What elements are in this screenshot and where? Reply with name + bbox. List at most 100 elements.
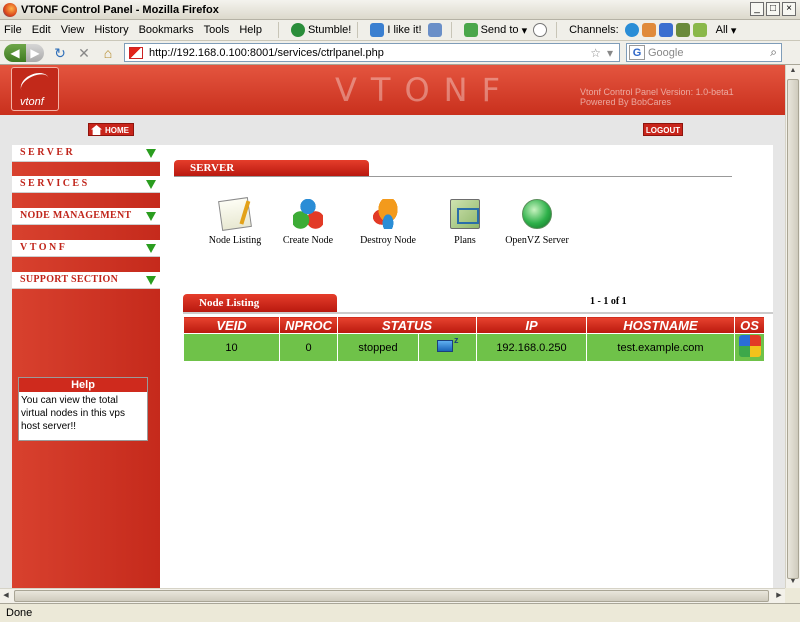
main-panel: SERVER Node Listing Create Node Destroy … [160, 145, 773, 588]
search-icon[interactable]: ⌕ [770, 45, 777, 60]
scroll-up-icon[interactable]: ▲ [787, 65, 799, 77]
stumble-button[interactable]: Stumble! [290, 23, 351, 37]
video-channel-icon[interactable] [658, 23, 673, 37]
address-bar[interactable]: http://192.168.0.100:8001/services/ctrlp… [124, 43, 620, 62]
maximize-button[interactable]: □ [766, 2, 780, 16]
version-info: Vtonf Control Panel Version: 1.0-beta1 P… [580, 87, 734, 107]
home-button[interactable]: HOME [88, 123, 134, 136]
reload-icon[interactable]: ↻ [52, 45, 68, 61]
sendto-button[interactable]: Send to ▾ [463, 23, 527, 37]
expand-arrow-icon[interactable] [146, 212, 156, 221]
cell-veid[interactable]: 10 [183, 333, 280, 362]
expand-arrow-icon[interactable] [146, 149, 156, 158]
toolbar-separator [556, 22, 558, 38]
sendto-label: Send to [480, 24, 519, 36]
bookmark-star-icon[interactable]: ☆ [590, 46, 601, 60]
toolbar-separator [357, 22, 359, 38]
plans-icon [450, 199, 480, 229]
menu-file[interactable]: File [4, 24, 22, 36]
node-listing-tool[interactable]: Node Listing [200, 197, 270, 246]
site-brand: VTONF [335, 71, 514, 109]
thumbs-up-icon [370, 23, 385, 37]
people-channel-icon[interactable] [641, 23, 656, 37]
navigation-bar: ◀ ▶ ↻ ✕ ⌂ http://192.168.0.100:8001/serv… [0, 41, 800, 65]
create-node-tool[interactable]: Create Node [273, 199, 343, 246]
back-button[interactable]: ◀ [4, 43, 26, 62]
col-hostname[interactable]: HOSTNAME [586, 316, 735, 334]
menu-help[interactable]: Help [239, 24, 262, 36]
sidebar-item-support-section[interactable]: SUPPORT SECTION [12, 272, 160, 289]
tool-label: Create Node [282, 235, 334, 246]
cell-ip: 192.168.0.250 [476, 333, 587, 362]
table-header-row: VEID NPROC STATUS IP HOSTNAME OS [183, 316, 765, 334]
menu-bar: File Edit View History Bookmarks Tools H… [0, 20, 800, 41]
sidebar-item-vtonf[interactable]: VTONF [12, 240, 160, 257]
ilike-button[interactable]: I like it! [370, 23, 444, 37]
expand-arrow-icon[interactable] [146, 244, 156, 253]
close-button[interactable]: × [782, 2, 796, 16]
node-listing-title: Node Listing [183, 294, 337, 312]
plans-tool[interactable]: Plans [430, 199, 500, 246]
house-icon [91, 125, 102, 135]
url-dropdown-icon[interactable]: ▾ [607, 46, 613, 60]
firefox-icon [3, 2, 17, 17]
channels-label: Channels: [569, 24, 619, 36]
google-engine-icon[interactable]: G [629, 45, 645, 60]
search-input[interactable]: Google [648, 47, 770, 59]
tag-channel-icon[interactable] [692, 23, 707, 37]
tv-channel-icon[interactable] [675, 23, 690, 37]
vertical-scroll-thumb[interactable] [787, 79, 799, 579]
expand-arrow-icon[interactable] [146, 180, 156, 189]
table-row[interactable]: 10 0 stopped z 192.168.0.250 test.exampl… [183, 333, 765, 362]
openvz-server-tool[interactable]: OpenVZ Server [503, 199, 571, 246]
vtonf-logo[interactable]: vtonf [11, 67, 59, 111]
window-title: VTONF Control Panel - Mozilla Firefox [21, 3, 219, 16]
menu-tools[interactable]: Tools [204, 24, 230, 36]
toolbar-separator [277, 22, 279, 38]
home-icon[interactable]: ⌂ [100, 45, 116, 61]
menu-edit[interactable]: Edit [32, 24, 51, 36]
menu-view[interactable]: View [61, 24, 85, 36]
sidebar-item-node-management[interactable]: NODE MANAGEMENT [12, 208, 160, 225]
stop-icon[interactable]: ✕ [76, 45, 92, 61]
logout-button[interactable]: LOGOUT [643, 123, 683, 136]
col-ip[interactable]: IP [476, 316, 587, 334]
col-status[interactable]: STATUS [337, 316, 477, 334]
comment-icon[interactable] [533, 23, 550, 37]
expand-arrow-icon[interactable] [146, 276, 156, 285]
forward-button[interactable]: ▶ [26, 43, 44, 62]
menu-history[interactable]: History [94, 24, 128, 36]
send-icon [463, 23, 478, 37]
menu-bookmarks[interactable]: Bookmarks [139, 24, 194, 36]
sidebar-item-server[interactable]: SERVER [12, 145, 160, 162]
status-bar: Done [0, 603, 800, 622]
horizontal-scroll-thumb[interactable] [14, 590, 769, 602]
sidebar-item-label: SUPPORT SECTION [20, 274, 119, 285]
channel-icons[interactable] [624, 23, 710, 37]
search-box[interactable]: G Google ⌕ [626, 43, 782, 62]
vertical-scrollbar[interactable]: ▲ ▼ [785, 65, 800, 588]
window-controls: _ □ × [750, 2, 796, 16]
os-icon [738, 335, 761, 357]
col-veid[interactable]: VEID [183, 316, 280, 334]
thumbs-down-icon[interactable] [427, 23, 442, 37]
cubes-icon [293, 199, 323, 229]
url-text[interactable]: http://192.168.0.100:8001/services/ctrlp… [149, 47, 590, 59]
horizontal-scrollbar[interactable]: ◀ ▶ [0, 588, 785, 603]
powered-by-line: Powered By BobCares [580, 97, 672, 107]
scroll-left-icon[interactable]: ◀ [0, 590, 12, 602]
help-box: Help You can view the total virtual node… [18, 377, 148, 441]
col-os[interactable]: OS [734, 316, 765, 334]
scroll-right-icon[interactable]: ▶ [773, 590, 785, 602]
globe-channel-icon[interactable] [624, 23, 639, 37]
minimize-button[interactable]: _ [750, 2, 764, 16]
cell-status-icon[interactable]: z [418, 333, 477, 362]
cell-os [734, 333, 765, 362]
sleeping-monitor-icon[interactable]: z [436, 335, 459, 355]
all-dropdown[interactable]: All ▾ [716, 24, 737, 37]
col-nproc[interactable]: NPROC [279, 316, 338, 334]
notepad-icon [218, 197, 252, 231]
destroy-node-tool[interactable]: Destroy Node [353, 199, 423, 246]
sidebar-item-services[interactable]: SERVICES [12, 176, 160, 193]
scroll-down-icon[interactable]: ▼ [787, 576, 799, 588]
